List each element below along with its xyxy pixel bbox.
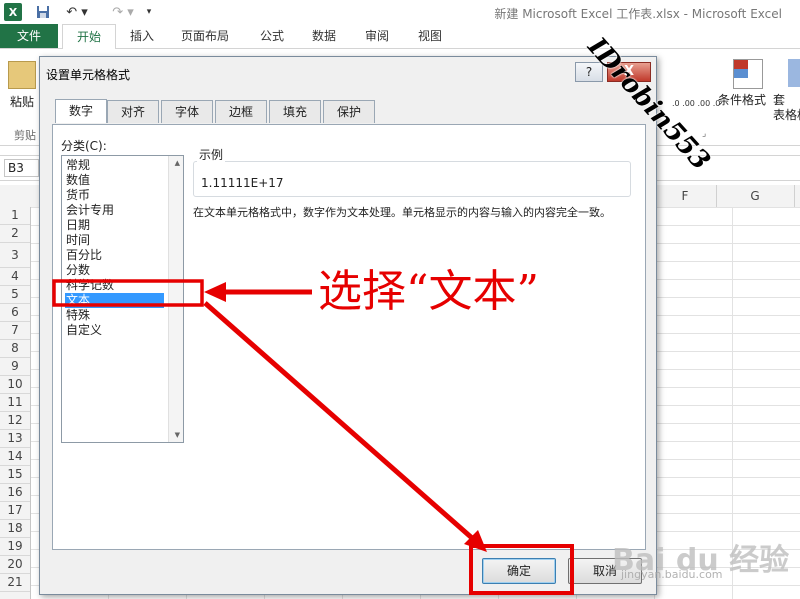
highlight-text-category: [52, 279, 204, 307]
arrow-to-ok-line: [203, 301, 474, 540]
baidu-url-watermark: jingyan.baidu.com: [621, 568, 723, 581]
highlight-ok-button: [469, 544, 574, 595]
arrow-to-category-head: [204, 282, 226, 302]
annotation-text: 选择“文本”: [318, 266, 539, 317]
